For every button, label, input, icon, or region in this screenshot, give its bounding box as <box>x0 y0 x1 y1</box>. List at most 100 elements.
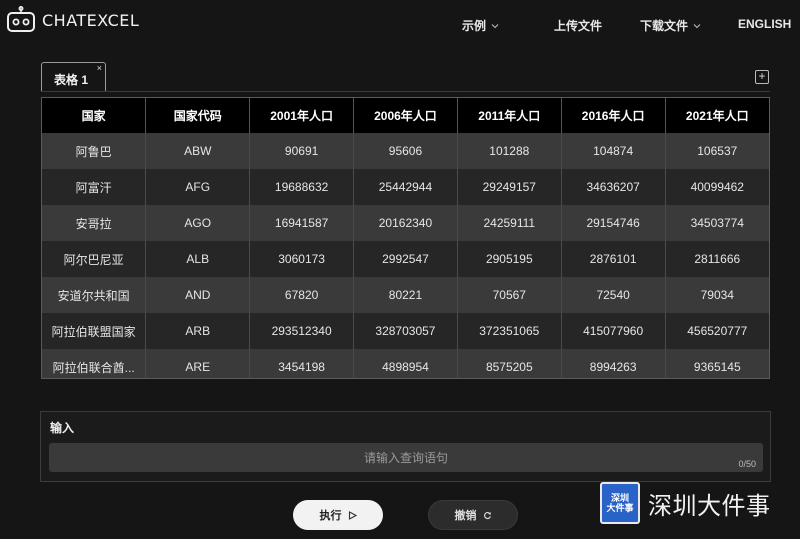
table-cell[interactable]: 4898954 <box>353 349 458 378</box>
table-cell[interactable]: 3060173 <box>249 241 355 277</box>
watermark-badge-line1: 深圳 <box>610 493 629 503</box>
table-cell[interactable]: ARE <box>145 349 251 378</box>
chevron-down-icon <box>491 23 499 28</box>
table-row[interactable]: 阿拉伯联合酋... ARE 3454198 4898954 8575205 89… <box>42 349 769 378</box>
table-cell[interactable]: 106537 <box>665 133 769 169</box>
tab-label: 表格 1 <box>54 73 89 87</box>
table-cell[interactable]: 104874 <box>561 133 666 169</box>
table-cell[interactable]: 2905195 <box>457 241 562 277</box>
table-cell[interactable]: 415077960 <box>561 313 666 349</box>
table-row[interactable]: 安哥拉 AGO 16941587 20162340 24259111 29154… <box>42 205 769 241</box>
column-header[interactable]: 国家 <box>42 98 147 133</box>
table-cell[interactable]: 456520777 <box>665 313 769 349</box>
query-input[interactable] <box>49 443 763 472</box>
table-cell[interactable]: 40099462 <box>665 169 769 205</box>
table-cell[interactable]: 95606 <box>353 133 458 169</box>
column-header[interactable]: 2021年人口 <box>665 98 769 133</box>
table-cell[interactable]: 2992547 <box>353 241 458 277</box>
table-cell[interactable]: 阿拉伯联盟国家 <box>42 313 147 349</box>
table-cell[interactable]: 16941587 <box>249 205 355 241</box>
table-cell[interactable]: 72540 <box>561 277 666 313</box>
input-panel-title: 输入 <box>50 421 75 435</box>
nav-examples[interactable]: 示例 <box>462 17 499 34</box>
table-cell[interactable]: 安哥拉 <box>42 205 147 241</box>
char-count: 0/50 <box>738 459 756 469</box>
table-cell[interactable]: 阿富汗 <box>42 169 147 205</box>
column-header[interactable]: 2001年人口 <box>249 98 355 133</box>
tab-sheet-1[interactable]: 表格 1 × <box>41 62 106 92</box>
nav-examples-label: 示例 <box>462 19 487 33</box>
table-cell[interactable]: 328703057 <box>353 313 458 349</box>
table-cell[interactable]: 24259111 <box>457 205 562 241</box>
table-cell[interactable]: 20162340 <box>353 205 458 241</box>
nav-upload-label: 上传文件 <box>554 19 603 33</box>
table-row[interactable]: 阿尔巴尼亚 ALB 3060173 2992547 2905195 287610… <box>42 241 769 277</box>
table-cell[interactable]: 101288 <box>457 133 562 169</box>
nav-download-file[interactable]: 下载文件 <box>640 17 701 34</box>
table-row[interactable]: 阿拉伯联盟国家 ARB 293512340 328703057 37235106… <box>42 313 769 349</box>
table-cell[interactable]: 34503774 <box>665 205 769 241</box>
nav-download-label: 下载文件 <box>640 19 689 33</box>
execute-button-label: 执行 <box>319 510 342 522</box>
add-tab-icon[interactable]: + <box>755 70 769 84</box>
tab-divider <box>41 91 770 92</box>
app-title: ChatExcel <box>42 10 140 30</box>
watermark-badge-line2: 大件事 <box>606 503 634 513</box>
table-cell[interactable]: AND <box>145 277 251 313</box>
table-cell[interactable]: ABW <box>145 133 251 169</box>
table-cell[interactable]: 90691 <box>249 133 355 169</box>
table-cell[interactable]: 3454198 <box>249 349 355 378</box>
table-row[interactable]: 阿鲁巴 ABW 90691 95606 101288 104874 106537 <box>42 133 769 169</box>
table-row[interactable]: 阿富汗 AFG 19688632 25442944 29249157 34636… <box>42 169 769 205</box>
table-cell[interactable]: 8575205 <box>457 349 562 378</box>
close-icon[interactable]: × <box>97 63 102 73</box>
table-cell[interactable]: 2876101 <box>561 241 666 277</box>
table-cell[interactable]: 70567 <box>457 277 562 313</box>
column-header[interactable]: 国家代码 <box>145 98 251 133</box>
table-cell[interactable]: 67820 <box>249 277 355 313</box>
table-cell[interactable]: 安道尔共和国 <box>42 277 147 313</box>
app-logo[interactable]: ChatExcel <box>6 6 139 34</box>
play-icon <box>348 510 357 520</box>
table-cell[interactable]: 阿拉伯联合酋... <box>42 349 147 378</box>
table-cell[interactable]: 25442944 <box>353 169 458 205</box>
table-cell[interactable]: ALB <box>145 241 251 277</box>
top-header: ChatExcel 示例 上传文件 下载文件 ENGLISH <box>0 0 800 48</box>
table-cell[interactable]: 29249157 <box>457 169 562 205</box>
data-table-container[interactable]: 国家 国家代码 2001年人口 2006年人口 2011年人口 2016年人口 … <box>41 97 770 379</box>
watermark-text: 深圳大件事 <box>648 492 771 520</box>
revoke-button[interactable]: 撤销 <box>428 500 518 530</box>
nav-upload-file[interactable]: 上传文件 <box>554 17 602 34</box>
table-row[interactable]: 安道尔共和国 AND 67820 80221 70567 72540 79034 <box>42 277 769 313</box>
table-cell[interactable]: 8994263 <box>561 349 666 378</box>
table-cell[interactable]: 阿尔巴尼亚 <box>42 241 147 277</box>
table-cell[interactable]: 阿鲁巴 <box>42 133 147 169</box>
table-cell[interactable]: AFG <box>145 169 251 205</box>
nav-language-switch[interactable]: ENGLISH <box>738 17 791 31</box>
watermark: 深圳 大件事 深圳大件事 <box>600 482 771 524</box>
chevron-down-icon <box>693 23 701 28</box>
table-cell[interactable]: 34636207 <box>561 169 666 205</box>
column-header[interactable]: 2011年人口 <box>457 98 562 133</box>
table-cell[interactable]: 80221 <box>353 277 458 313</box>
table-header-row: 国家 国家代码 2001年人口 2006年人口 2011年人口 2016年人口 … <box>42 98 769 133</box>
query-input-panel: 输入 0/50 <box>40 411 771 482</box>
execute-button[interactable]: 执行 <box>293 500 383 530</box>
undo-icon <box>483 511 491 519</box>
table-cell[interactable]: AGO <box>145 205 251 241</box>
table-cell[interactable]: 2811666 <box>665 241 769 277</box>
table-cell[interactable]: 79034 <box>665 277 769 313</box>
table-cell[interactable]: 9365145 <box>665 349 769 378</box>
column-header[interactable]: 2016年人口 <box>561 98 666 133</box>
table-cell[interactable]: 372351065 <box>457 313 562 349</box>
revoke-button-label: 撤销 <box>454 510 477 522</box>
watermark-badge: 深圳 大件事 <box>600 482 640 524</box>
column-header[interactable]: 2006年人口 <box>353 98 458 133</box>
table-cell[interactable]: 293512340 <box>249 313 355 349</box>
table-cell[interactable]: ARB <box>145 313 251 349</box>
data-table: 国家 国家代码 2001年人口 2006年人口 2011年人口 2016年人口 … <box>42 98 769 378</box>
table-cell[interactable]: 19688632 <box>249 169 355 205</box>
table-cell[interactable]: 29154746 <box>561 205 666 241</box>
nav-language-label: ENGLISH <box>738 17 792 31</box>
robot-logo-icon <box>7 6 35 32</box>
